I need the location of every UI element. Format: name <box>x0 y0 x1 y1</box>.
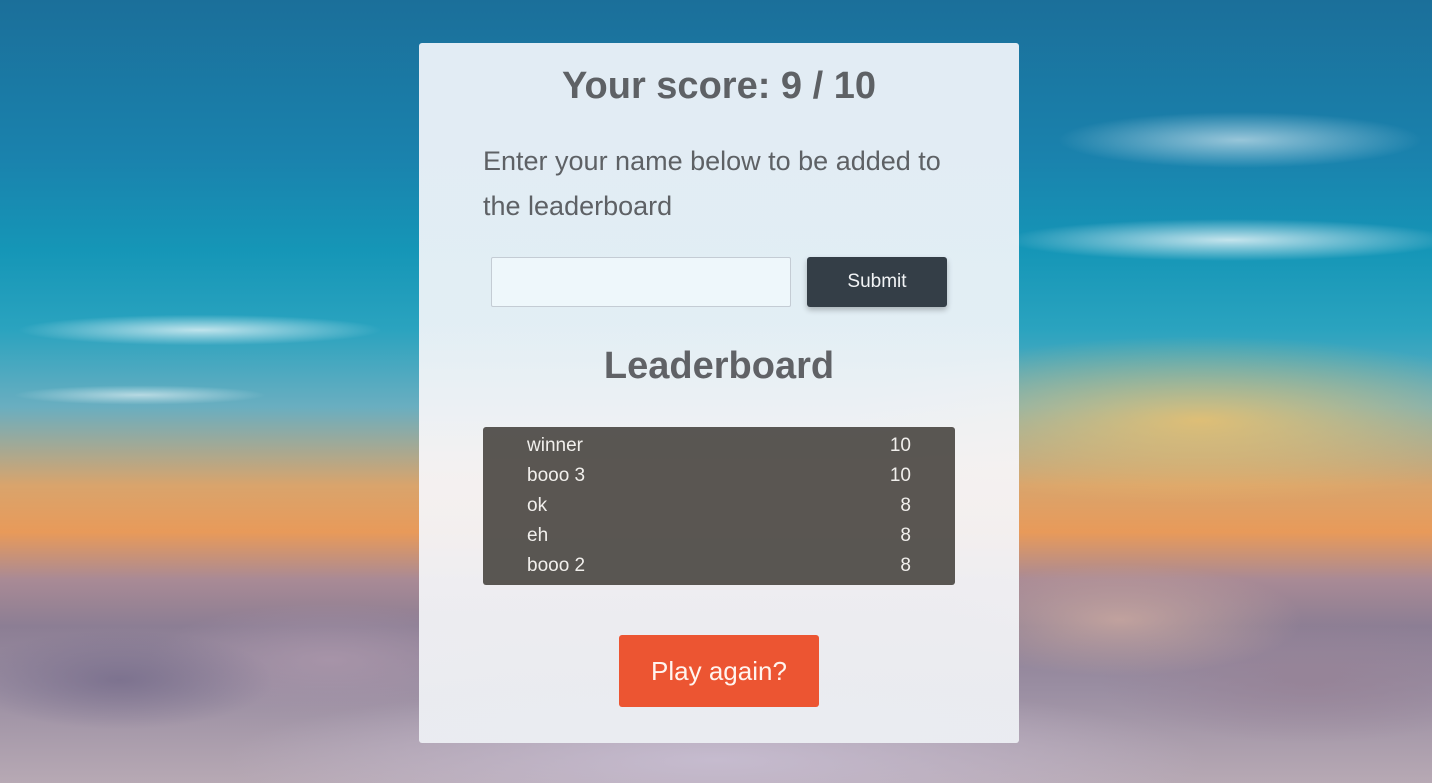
leaderboard-player-name: booo 2 <box>527 555 586 576</box>
leaderboard-player-score: 10 <box>889 465 911 486</box>
leaderboard-player-name: booo 3 <box>527 465 586 486</box>
leaderboard-player-name: eh <box>527 525 549 546</box>
play-again-button[interactable]: Play again? <box>619 635 819 707</box>
leaderboard-player-score: 10 <box>889 435 911 456</box>
leaderboard-player-name: winner <box>527 435 583 456</box>
leaderboard-player-score: 8 <box>900 495 911 516</box>
leaderboard-table: winner 10 booo 3 10 ok 8 eh 8 booo 2 8 <box>483 427 955 585</box>
score-title: Your score: 9 / 10 <box>562 65 876 107</box>
leaderboard-title: Leaderboard <box>603 345 835 387</box>
leaderboard-prompt: Enter your name below to be added to the… <box>483 146 941 221</box>
leaderboard-row: booo 3 10 <box>483 461 955 491</box>
leaderboard-player-score: 8 <box>900 525 911 546</box>
submit-button[interactable]: Submit <box>807 257 947 307</box>
leaderboard-row: booo 2 8 <box>483 551 955 581</box>
leaderboard-row: ok 8 <box>483 491 955 521</box>
leaderboard-player-name: ok <box>527 495 548 516</box>
leaderboard-player-score: 8 <box>900 555 911 576</box>
leaderboard-row: winner 10 <box>483 431 955 461</box>
leaderboard-row: eh 8 <box>483 521 955 551</box>
name-input[interactable] <box>491 257 791 307</box>
score-card: Your score: 9 / 10 Enter your name below… <box>419 43 1019 743</box>
